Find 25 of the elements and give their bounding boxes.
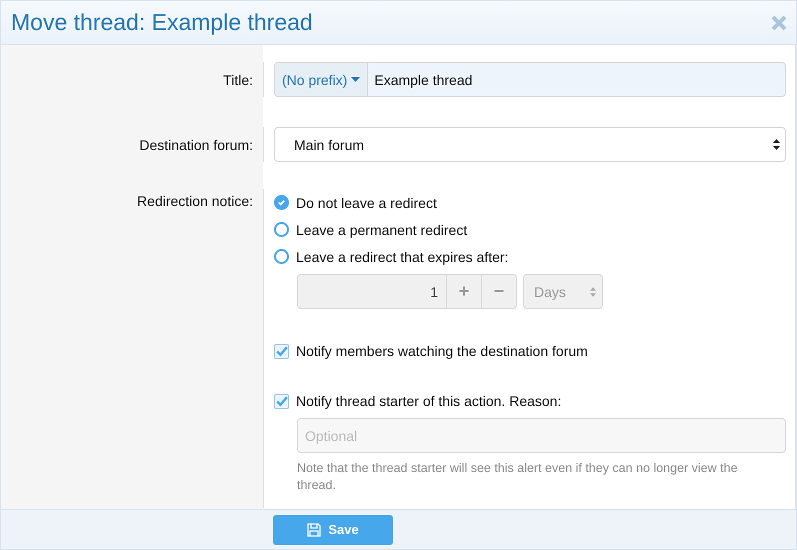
prefix-dropdown[interactable]: (No prefix) (275, 63, 368, 96)
caret-icon (351, 77, 360, 82)
check-icon (277, 198, 286, 207)
save-button[interactable]: Save (273, 514, 393, 544)
close-icon[interactable] (771, 14, 787, 30)
window-title: Move thread: Example thread (11, 9, 313, 36)
radio-button[interactable] (274, 249, 289, 264)
note-text: Note that the thread starter will see this alert even if they can no longer view the thread. (297, 460, 739, 494)
reason-field[interactable]: Optional (297, 418, 786, 453)
field-label: Redirection notice: (137, 193, 253, 209)
radio-button[interactable] (274, 222, 289, 237)
radio-label: Leave a redirect that expires after: (296, 248, 508, 264)
radio-button[interactable] (274, 195, 289, 210)
select-arrows-icon (773, 139, 780, 150)
checkbox-label: Notify members watching the destination forum (296, 343, 588, 359)
title-field[interactable]: (No prefix) Example thread (274, 62, 786, 97)
forum-select[interactable]: Main forum (274, 127, 786, 162)
select-arrows-icon (590, 286, 596, 296)
radio-label: Do not leave a redirect (296, 194, 437, 210)
checkbox-label: Notify thread starter of this action. Reason: (296, 393, 562, 409)
checkbox[interactable] (274, 344, 289, 358)
field-label: Title: (223, 72, 253, 88)
checkbox[interactable] (274, 394, 289, 408)
radio-label: Leave a permanent redirect (296, 222, 468, 238)
field-label: Destination forum: (139, 136, 253, 152)
